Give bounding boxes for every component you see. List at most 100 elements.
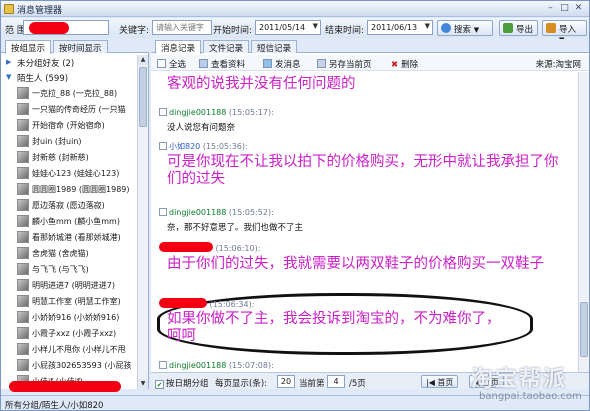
message-panel: 消息记录 文件记录 短信记录 全选 查看资料 发消息 另存当前页 ✖ 删除 来源:… — [151, 39, 589, 389]
maximize-button[interactable]: □ — [559, 3, 570, 14]
message-time: (15:05:17): — [228, 108, 274, 117]
chevron-down-icon: ▼ — [473, 26, 480, 34]
record-tabs: 消息记录 文件记录 短信记录 — [151, 39, 589, 54]
delete-icon: ✖ — [391, 60, 399, 70]
list-item[interactable]: 小屁孩302653593 (小屁孩 — [1, 357, 137, 373]
avatar — [17, 87, 29, 99]
scroll-down-icon[interactable]: ▼ — [138, 379, 148, 389]
view-profile-button[interactable]: 查看资料 — [199, 58, 245, 70]
delete-button[interactable]: ✖ 删除 — [391, 58, 418, 70]
group-by-date-checkbox[interactable]: ✔ 按日期分组 — [155, 377, 209, 389]
redacted-mark — [9, 381, 121, 392]
avatar — [17, 311, 29, 323]
message-header: dingjie001188 (15:05:52): — [159, 208, 274, 217]
minimize-button[interactable]: – — [545, 3, 556, 14]
end-time-label: 结束时间: — [325, 26, 365, 36]
list-item[interactable]: 舍虎猫 (舍虎猫) — [1, 245, 137, 261]
list-item[interactable]: 小娇娇916 (小娇娇916) — [1, 309, 137, 325]
message-text: 可是你现在不让我以拍下的价格购买，无形中就让我承担了你们的过失 — [167, 154, 559, 187]
list-item[interactable]: 麟小鱼mm (麟小鱼mm) — [1, 213, 137, 229]
window-title: 消息管理器 — [17, 6, 63, 16]
message-sender: dingjie001188 — [169, 361, 227, 370]
end-date-picker[interactable]: 2011/06/13 ▼ — [367, 20, 433, 35]
list-item[interactable]: 封uin (封uin) — [1, 133, 137, 149]
current-page-label: 当前第 — [299, 379, 325, 389]
select-all-checkbox[interactable]: 全选 — [157, 58, 186, 70]
tab-file-records[interactable]: 文件记录 — [203, 40, 250, 54]
list-item[interactable]: 开始宿命 (开始宿命) — [1, 117, 137, 133]
list-item[interactable]: 明慧工作室 (明慧工作室) — [1, 293, 137, 309]
contact-tabs: 按组显示 按时间显示 — [1, 39, 149, 54]
list-item[interactable]: 封新慈 (封新慈) — [1, 149, 137, 165]
close-button[interactable]: ✕ — [573, 3, 584, 14]
avatar — [17, 183, 29, 195]
search-button[interactable]: 搜索 ▼ — [437, 20, 493, 36]
message-text: 由于你们的过失，我就需要以两双鞋子的价格购买一双鞋子 — [167, 256, 544, 272]
keyword-input[interactable] — [152, 20, 212, 35]
list-item[interactable]: 明明进进7 (明明进进7) — [1, 277, 137, 293]
message-text: 没人说您有问题奈 — [167, 123, 236, 133]
list-item[interactable]: 小霞子xxz (小霞子xxz) — [1, 325, 137, 341]
watermark-logo: 淘宝帮派 — [471, 367, 568, 392]
contact-tree: ▶ 未分组好友 (2) ▼ 陌生人 (599) 一克拉_88 (一克拉_88) … — [1, 55, 137, 389]
export-icon — [503, 23, 513, 33]
save-page-button[interactable]: 另存当前页 — [317, 58, 372, 70]
message-header: (15:06:34): — [159, 298, 254, 309]
avatar — [17, 151, 29, 163]
search-button-label: 搜索 — [454, 25, 472, 35]
message-sender: dingjie001188 — [169, 208, 227, 217]
tab-message-records[interactable]: 消息记录 — [155, 40, 202, 54]
list-item[interactable]: 看那娇城港 (看那娇城港) — [1, 229, 137, 245]
message-time: (15:05:52): — [228, 208, 274, 217]
list-item[interactable]: 与飞飞 (与飞飞) — [1, 261, 137, 277]
avatar — [17, 279, 29, 291]
tab-by-time[interactable]: 按时间显示 — [53, 40, 108, 54]
start-date-picker[interactable]: 2011/05/14 ▼ — [255, 20, 321, 35]
avatar — [17, 215, 29, 227]
message-checkbox[interactable] — [159, 361, 167, 369]
import-button-label: 导入 — [559, 25, 577, 35]
avatar — [17, 343, 29, 355]
scroll-up-icon[interactable]: ▲ — [138, 55, 148, 65]
list-item[interactable]: 小样儿不甩你 (小样儿不甩 — [1, 341, 137, 357]
contact-scrollbar[interactable]: ▲ ▼ — [137, 55, 148, 389]
avatar — [17, 247, 29, 259]
message-header: 小如820 (15:05:36): — [159, 141, 248, 152]
tab-by-group[interactable]: 按组显示 — [5, 40, 52, 54]
chevron-down-icon: ▼ — [312, 22, 318, 30]
export-button[interactable]: 导出 — [499, 20, 538, 36]
group-label: 未分组好友 (2) — [17, 59, 75, 69]
avatar — [17, 263, 29, 275]
current-page-input[interactable]: 4 — [327, 375, 345, 388]
message-checkbox[interactable] — [159, 208, 167, 216]
avatar — [17, 327, 29, 339]
title-bar[interactable]: 消息管理器 – □ ✕ — [1, 1, 589, 17]
message-checkbox[interactable] — [159, 108, 167, 116]
list-item[interactable]: 圆圆圈1989 (圆圆圈1989) — [1, 181, 137, 197]
per-page-input[interactable]: 20 — [277, 375, 295, 388]
list-item[interactable]: 愿边落寂 (愿边落寂) — [1, 197, 137, 213]
avatar — [17, 359, 29, 371]
scroll-thumb[interactable] — [139, 67, 147, 127]
list-item[interactable]: 一只猫的传奇经历 (一只猫 — [1, 101, 137, 117]
list-item[interactable]: 一克拉_88 (一克拉_88) — [1, 85, 137, 101]
scroll-thumb[interactable] — [580, 302, 588, 357]
scope-input[interactable] — [23, 20, 109, 35]
message-scrollbar[interactable] — [578, 72, 589, 372]
avatar — [17, 135, 29, 147]
message-header: dingjie001188 (15:05:17): — [159, 108, 274, 117]
import-button[interactable]: 导入 ▼ — [542, 20, 587, 44]
list-item[interactable]: 娃娃心123 (娃娃心123) — [1, 165, 137, 181]
save-icon — [317, 59, 326, 68]
end-date-value: 2011/06/13 — [371, 23, 418, 32]
status-path: 所有分组/陌生人/小如820 — [5, 401, 104, 411]
send-message-button[interactable]: 发消息 — [263, 58, 301, 70]
first-page-button[interactable]: |◀ 首页 — [421, 375, 459, 388]
message-sender: 小如820 — [169, 142, 201, 151]
message-checkbox[interactable] — [159, 142, 167, 150]
message-text: 奈，那不好意思了。我们也做不了主 — [167, 223, 304, 233]
checkbox-icon — [157, 59, 166, 68]
chevron-down-icon: ▼ — [424, 22, 430, 30]
tab-sms-records[interactable]: 短信记录 — [251, 40, 298, 54]
start-date-value: 2011/05/14 — [259, 23, 306, 32]
